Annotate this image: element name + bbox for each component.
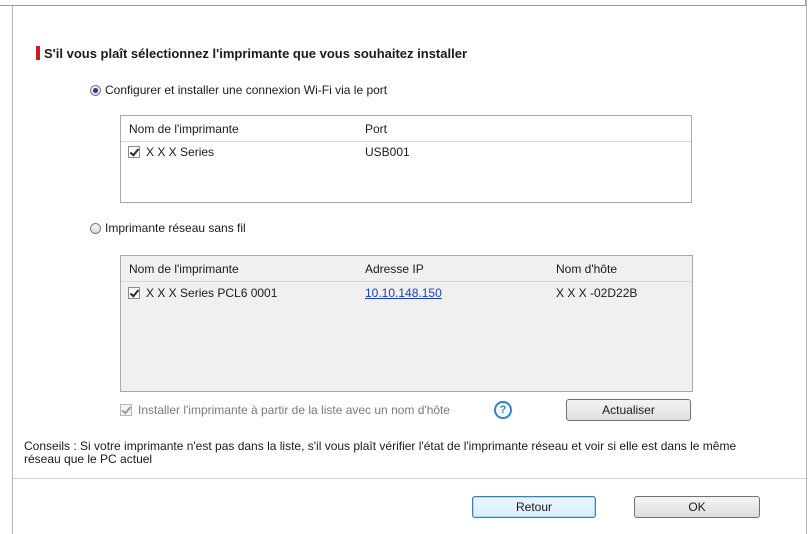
printer-name-cell: X X X Series: [128, 145, 214, 159]
wifi-config-label: Configurer et installer une connexion Wi…: [105, 83, 388, 97]
column-header-name[interactable]: Nom de l'imprimante: [129, 262, 239, 276]
right-border: [806, 0, 807, 534]
port-cell: USB001: [365, 145, 410, 159]
table-row[interactable]: X X X Series USB001: [121, 143, 691, 163]
printer-checkbox[interactable]: [128, 287, 140, 299]
wireless-option[interactable]: Imprimante réseau sans fil: [90, 221, 246, 235]
column-header-port[interactable]: Port: [365, 122, 387, 136]
back-button[interactable]: Retour: [472, 496, 596, 518]
footer-separator: [13, 478, 806, 479]
printer-name-cell: X X X Series PCL6 0001: [128, 286, 277, 300]
usb-table-header: Nom de l'imprimante Port: [121, 116, 691, 142]
hostname-cell: X X X -02D22B: [556, 286, 638, 300]
wifi-config-option[interactable]: Configurer et installer une connexion Wi…: [90, 83, 387, 97]
printer-name: X X X Series: [146, 145, 215, 159]
column-header-ip[interactable]: Adresse IP: [365, 262, 424, 276]
tips-text: Conseils : Si votre imprimante n'est pas…: [24, 439, 737, 466]
accent-bar: [36, 46, 40, 60]
printer-name: X X X Series PCL6 0001: [146, 286, 278, 300]
heading-text: S'il vous plaît sélectionnez l'imprimant…: [44, 45, 468, 61]
usb-printer-table: Nom de l'imprimante Port X X X Series US…: [120, 115, 692, 203]
table-row[interactable]: X X X Series PCL6 0001 10.10.148.150 X X…: [121, 284, 692, 304]
install-hostname-label: Installer l'imprimante à partir de la li…: [138, 403, 451, 417]
wireless-label: Imprimante réseau sans fil: [105, 221, 246, 235]
window-top-border: [0, 0, 806, 6]
ok-button[interactable]: OK: [634, 496, 760, 518]
help-icon[interactable]: ?: [494, 401, 512, 419]
network-table-header: Nom de l'imprimante Adresse IP Nom d'hôt…: [121, 256, 692, 282]
column-header-name[interactable]: Nom de l'imprimante: [129, 122, 239, 136]
wifi-config-radio[interactable]: [90, 84, 101, 96]
network-printer-table: Nom de l'imprimante Adresse IP Nom d'hôt…: [120, 255, 693, 392]
left-border: [12, 6, 13, 534]
printer-checkbox[interactable]: [128, 146, 140, 158]
install-hostname-checkbox[interactable]: [120, 404, 132, 416]
page-heading: S'il vous plaît sélectionnez l'imprimant…: [36, 44, 467, 62]
install-hostname-option[interactable]: Installer l'imprimante à partir de la li…: [120, 403, 450, 417]
wireless-radio[interactable]: [90, 222, 101, 234]
column-header-host[interactable]: Nom d'hôte: [556, 262, 617, 276]
ip-address-link[interactable]: 10.10.148.150: [365, 286, 442, 300]
refresh-button[interactable]: Actualiser: [566, 399, 691, 421]
